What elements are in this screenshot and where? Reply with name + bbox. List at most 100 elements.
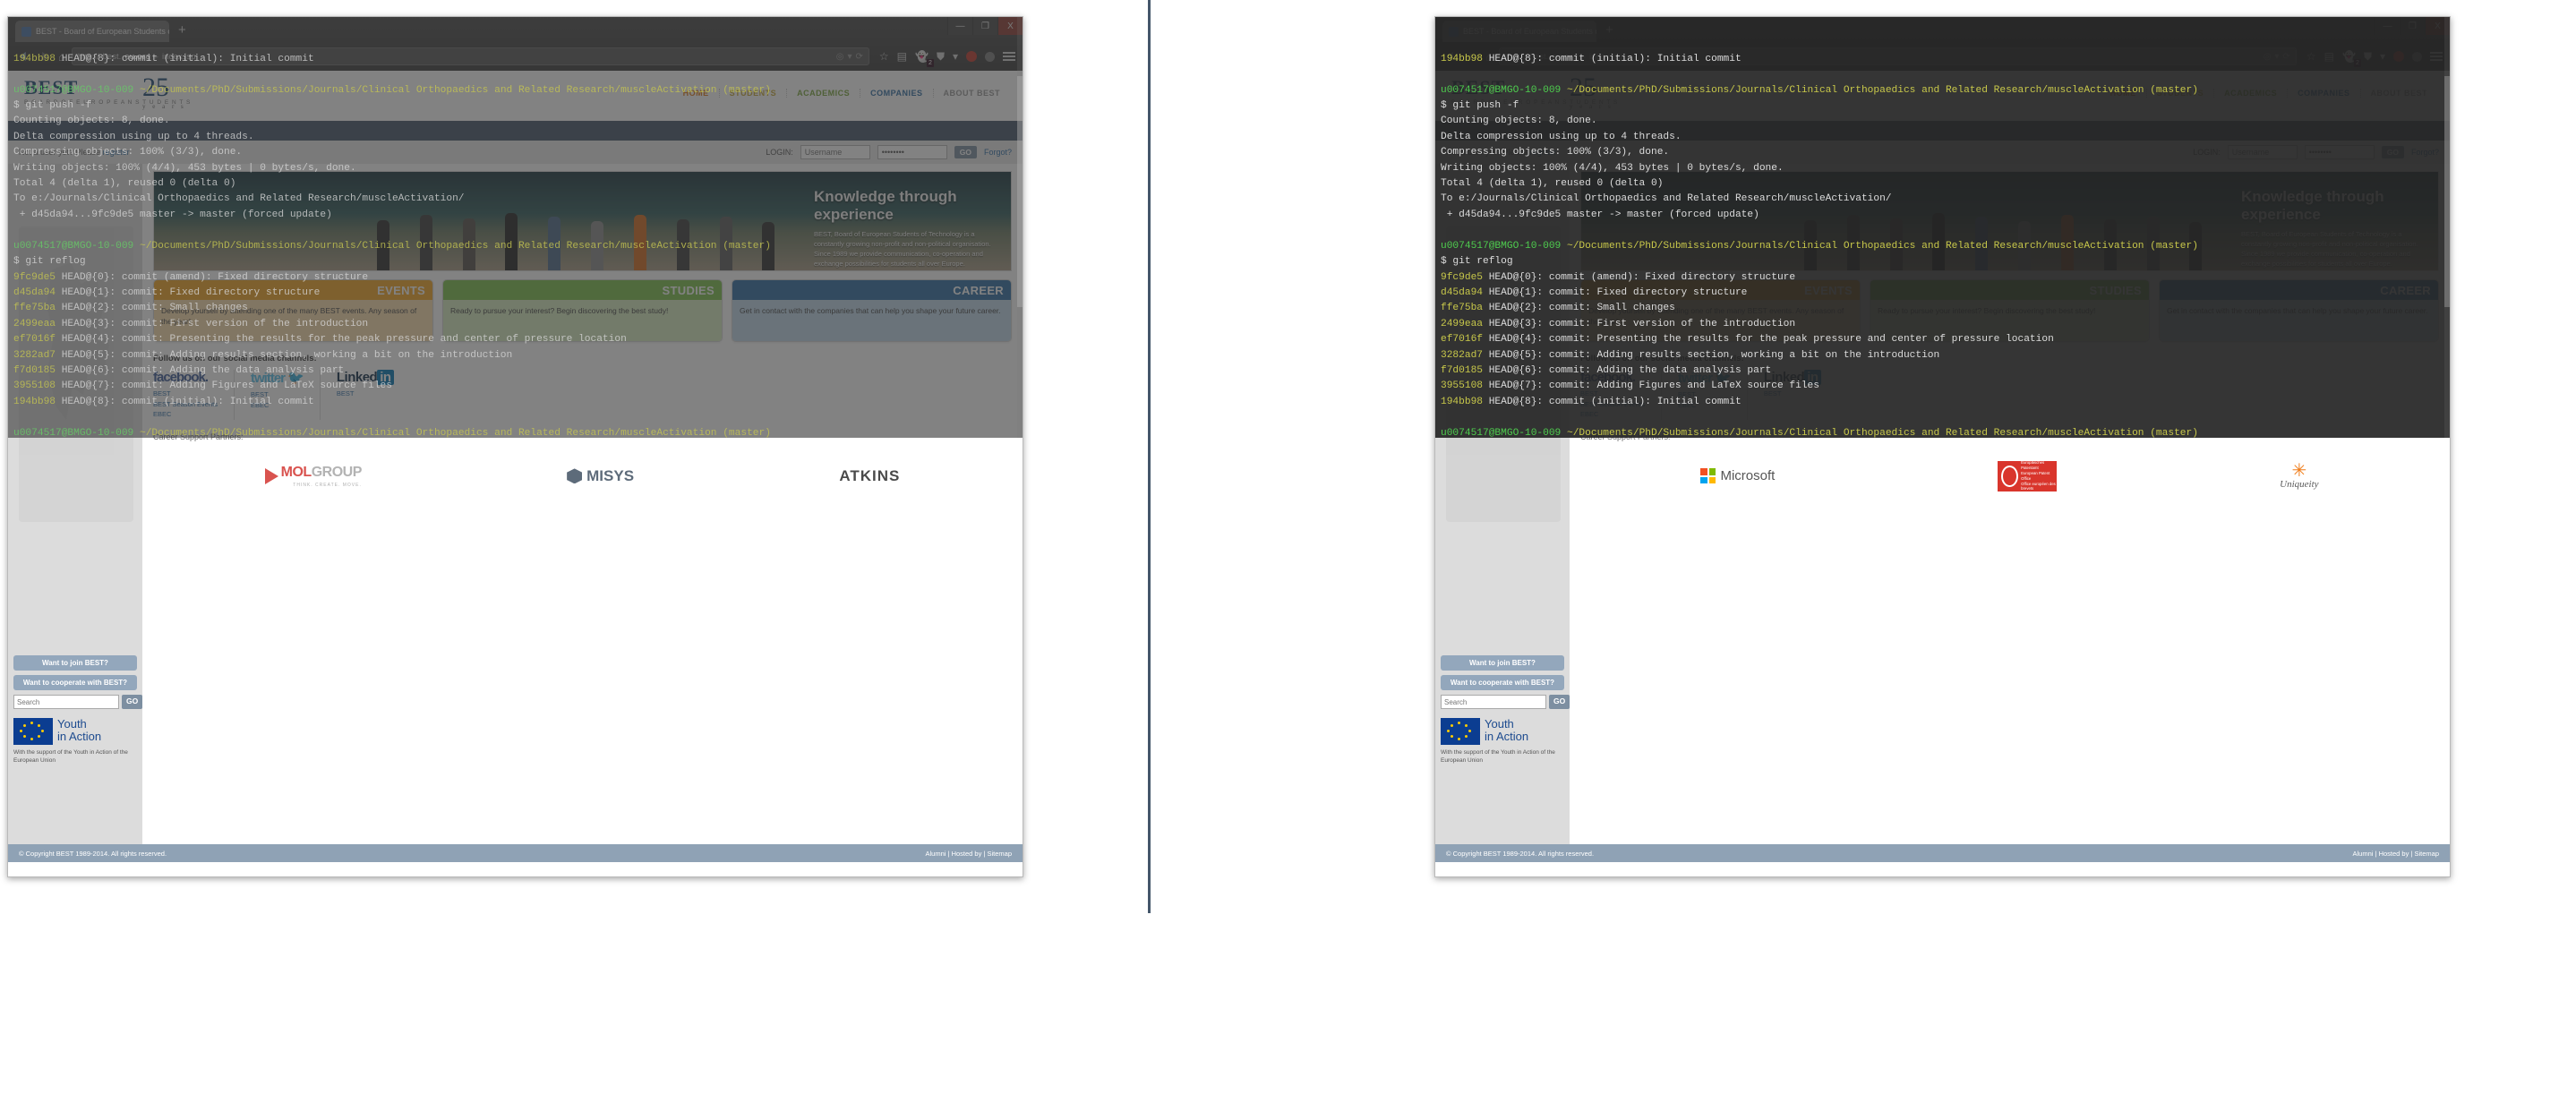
console-line: Total 4 (delta 1), reused 0 (delta 0) <box>13 176 1019 192</box>
console-text: Counting objects: 8, done. <box>13 115 170 127</box>
site-footer-2: © Copyright BEST 1989-2014. All rights r… <box>1435 844 2450 862</box>
console-prompt-user: u0074517@BMGO-10-009 <box>13 427 140 438</box>
footer-link-alumni[interactable]: Alumni <box>926 850 946 858</box>
console-line: 194bb98 HEAD@{8}: commit (initial): Init… <box>13 395 1019 410</box>
console-line: 3955108 HEAD@{7}: commit: Adding Figures… <box>13 379 1019 394</box>
footer-link-sitemap[interactable]: Sitemap <box>987 850 1012 858</box>
console-output-2: 194bb98 HEAD@{8}: commit (initial): Init… <box>1441 52 2446 438</box>
console-text: Writing objects: 100% (4/4), 453 bytes |… <box>1441 162 1784 174</box>
console-sha: 3955108 <box>1441 380 1483 392</box>
console-line: u0074517@BMGO-10-009 ~/Documents/PhD/Sub… <box>1441 239 2446 254</box>
console-text: $ git push -f <box>1441 100 1519 112</box>
microsoft-logo-icon[interactable]: Microsoft <box>1700 468 1775 484</box>
atkins-logo-icon[interactable]: ATKINS <box>839 467 900 485</box>
youth-in-action-note: With the support of the Youth in Action … <box>13 749 128 765</box>
console-text: HEAD@{8}: commit (initial): Initial comm… <box>1483 53 1742 64</box>
console-prompt-user: u0074517@BMGO-10-009 <box>1441 84 1567 96</box>
console-sha: 194bb98 <box>13 53 56 64</box>
console-prompt-path: ~/Documents/PhD/Submissions/Journals/Cli… <box>140 84 771 96</box>
cooperate-best-button[interactable]: Want to cooperate with BEST? <box>13 675 137 691</box>
footer-copyright-2: © Copyright BEST 1989-2014. All rights r… <box>1446 849 1595 858</box>
eu-flag-icon-2 <box>1441 718 1480 746</box>
console-line: u0074517@BMGO-10-009 ~/Documents/PhD/Sub… <box>13 426 1019 438</box>
console-text: To e:/Journals/Clinical Orthopaedics and… <box>1441 193 1892 205</box>
console-line: u0074517@BMGO-10-009 ~/Documents/PhD/Sub… <box>1441 83 2446 98</box>
console-text: HEAD@{0}: commit (amend): Fixed director… <box>56 271 369 283</box>
footer-copyright: © Copyright BEST 1989-2014. All rights r… <box>19 849 167 858</box>
console-line: 194bb98 HEAD@{8}: commit (initial): Init… <box>1441 395 2446 410</box>
console-sha: f7d0185 <box>1441 364 1483 376</box>
console-line: Delta compression using up to 4 threads. <box>13 130 1019 145</box>
console-text: HEAD@{0}: commit (amend): Fixed director… <box>1483 271 1796 283</box>
console-line: d45da94 HEAD@{1}: commit: Fixed director… <box>1441 286 2446 301</box>
panel-divider <box>1148 0 1151 913</box>
misys-hex-icon <box>567 468 583 484</box>
console-sha: ef7016f <box>1441 334 1483 346</box>
molgroup-text-1: MOL <box>280 464 312 480</box>
partner-logos-2: Microsoft Europäisches Patentamt Europea… <box>1580 450 2439 500</box>
console-text: Compressing objects: 100% (3/3), done. <box>13 147 243 158</box>
search-go-button-2[interactable]: GO <box>1549 695 1570 710</box>
console-line: u0074517@BMGO-10-009 ~/Documents/PhD/Sub… <box>13 83 1019 98</box>
console-text: $ git push -f <box>13 100 92 112</box>
console-text: HEAD@{5}: commit: Adding results section… <box>56 349 513 361</box>
molgroup-play-icon <box>264 467 278 484</box>
console-text: HEAD@{6}: commit: Adding the data analys… <box>1483 364 1772 376</box>
console-output: 194bb98 HEAD@{8}: commit (initial): Init… <box>13 52 1019 438</box>
console-sha: ef7016f <box>13 334 56 346</box>
cooperate-best-button-2[interactable]: Want to cooperate with BEST? <box>1441 675 1564 691</box>
console-sha: 194bb98 <box>1441 396 1483 407</box>
console-sha: 9fc9de5 <box>13 271 56 283</box>
join-best-button[interactable]: Want to join BEST? <box>13 655 137 671</box>
console-sha: 9fc9de5 <box>1441 271 1483 283</box>
console-text: HEAD@{8}: commit (initial): Initial comm… <box>56 396 314 407</box>
misys-text: MISYS <box>586 466 635 484</box>
search-input-2[interactable] <box>1441 695 1546 710</box>
footer-link-hosted[interactable]: Hosted by <box>952 850 982 858</box>
search-input[interactable] <box>13 695 119 710</box>
panel-unfocused: BEST - Board of European Students of Tec… <box>0 0 1149 913</box>
console-text: $ git reflog <box>13 256 86 268</box>
console-line: To e:/Journals/Clinical Orthopaedics and… <box>1441 192 2446 207</box>
console-text: Total 4 (delta 1), reused 0 (delta 0) <box>1441 178 1664 190</box>
uniqueity-logo-icon[interactable]: ✳ Uniqueity <box>2280 462 2318 490</box>
search-go-button[interactable]: GO <box>122 695 143 710</box>
console-text: HEAD@{1}: commit: Fixed directory struct… <box>56 286 321 298</box>
console-text: HEAD@{3}: commit: First version of the i… <box>56 318 369 329</box>
console-line: 2499eaa HEAD@{3}: commit: First version … <box>13 317 1019 332</box>
terminal-console-focused[interactable]: 194bb98 HEAD@{8}: commit (initial): Init… <box>1435 17 2450 438</box>
console-line: f7d0185 HEAD@{6}: commit: Adding the dat… <box>1441 363 2446 379</box>
console-text: HEAD@{4}: commit: Presenting the results… <box>1483 334 2054 346</box>
join-best-button-2[interactable]: Want to join BEST? <box>1441 655 1564 671</box>
youth-in-action-logo: Youth in Action <box>13 718 137 746</box>
console-line: Total 4 (delta 1), reused 0 (delta 0) <box>1441 176 2446 192</box>
console-prompt-path: ~/Documents/PhD/Submissions/Journals/Cli… <box>140 240 771 252</box>
terminal-console-unfocused[interactable]: 194bb98 HEAD@{8}: commit (initial): Init… <box>8 17 1023 438</box>
browser-window-2: BEST - Board of European Students of Tec… <box>1434 16 2451 877</box>
console-line: 2499eaa HEAD@{3}: commit: First version … <box>1441 317 2446 332</box>
console-line: f7d0185 HEAD@{6}: commit: Adding the dat… <box>13 363 1019 379</box>
molgroup-tagline: THINK. CREATE. MOVE. <box>293 482 362 488</box>
misys-logo-icon[interactable]: MISYS <box>567 467 634 485</box>
console-scrollbar[interactable] <box>1017 17 1023 438</box>
console-text: Writing objects: 100% (4/4), 453 bytes |… <box>13 162 356 174</box>
footer-link-hosted-2[interactable]: Hosted by <box>2379 850 2409 858</box>
footer-link-sitemap-2[interactable]: Sitemap <box>2414 850 2439 858</box>
footer-link-alumni-2[interactable]: Alumni <box>2353 850 2374 858</box>
molgroup-logo-icon[interactable]: MOLGROUP THINK. CREATE. MOVE. <box>264 464 362 488</box>
console-text: HEAD@{1}: commit: Fixed directory struct… <box>1483 286 1748 298</box>
sidebar-search: GO <box>13 695 143 710</box>
console-scrollbar-2[interactable] <box>2444 17 2450 438</box>
console-text: To e:/Journals/Clinical Orthopaedics and… <box>13 193 465 205</box>
console-sha: ffe75ba <box>13 303 56 314</box>
epo-logo-icon[interactable]: Europäisches Patentamt European Patent O… <box>1998 460 2058 491</box>
console-text: Counting objects: 8, done. <box>1441 115 1597 127</box>
console-line: Writing objects: 100% (4/4), 453 bytes |… <box>1441 161 2446 176</box>
console-prompt-user: u0074517@BMGO-10-009 <box>13 240 140 252</box>
panel-focused: BEST - Board of European Students of Tec… <box>1427 0 2576 913</box>
epo-text: Europäisches Patentamt European Patent O… <box>2021 460 2056 491</box>
console-line: ef7016f HEAD@{4}: commit: Presenting the… <box>13 332 1019 347</box>
